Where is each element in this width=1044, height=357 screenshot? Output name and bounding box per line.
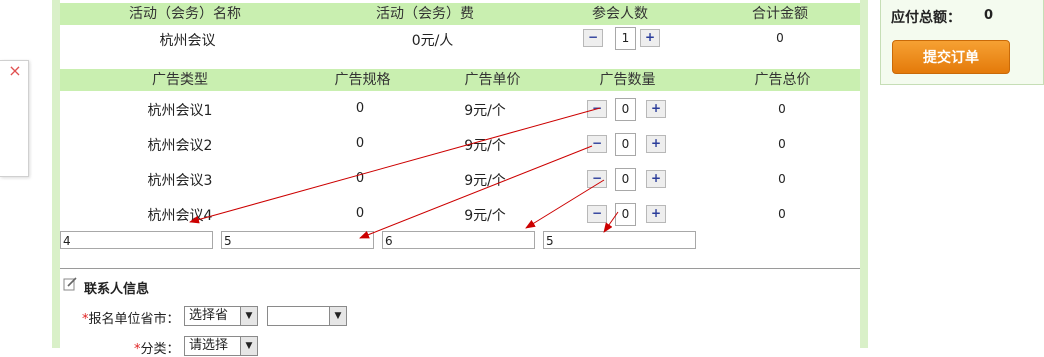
annotation-arrow-4 (603, 211, 619, 233)
annotation-arrow-1 (189, 107, 601, 224)
annotation-arrows (189, 107, 619, 239)
annotation-arrow-3 (525, 179, 605, 229)
annotation-arrow-2 (359, 145, 593, 239)
